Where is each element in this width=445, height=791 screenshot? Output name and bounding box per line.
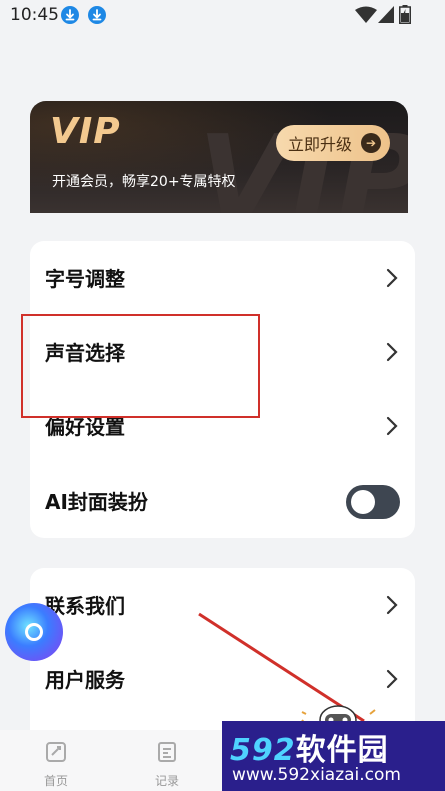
watermark-brand: 592软件园 <box>230 725 389 769</box>
annotation-arrow-line <box>198 612 365 723</box>
nav-item-records[interactable]: 记录 <box>137 730 197 791</box>
watermark-url: www.592xiazai.com <box>232 765 401 785</box>
watermark: 592软件园 www.592xiazai.com <box>222 721 445 791</box>
ring-icon <box>25 623 43 641</box>
home-icon <box>46 742 66 762</box>
watermark-brand-text: 软件园 <box>295 733 389 768</box>
records-icon <box>158 742 176 762</box>
nav-item-home[interactable]: 首页 <box>26 730 86 791</box>
nav-label: 首页 <box>43 774 68 788</box>
nav-label: 记录 <box>154 774 179 788</box>
watermark-brand-number: 592 <box>230 733 296 768</box>
floating-assistant-button[interactable] <box>5 603 63 661</box>
